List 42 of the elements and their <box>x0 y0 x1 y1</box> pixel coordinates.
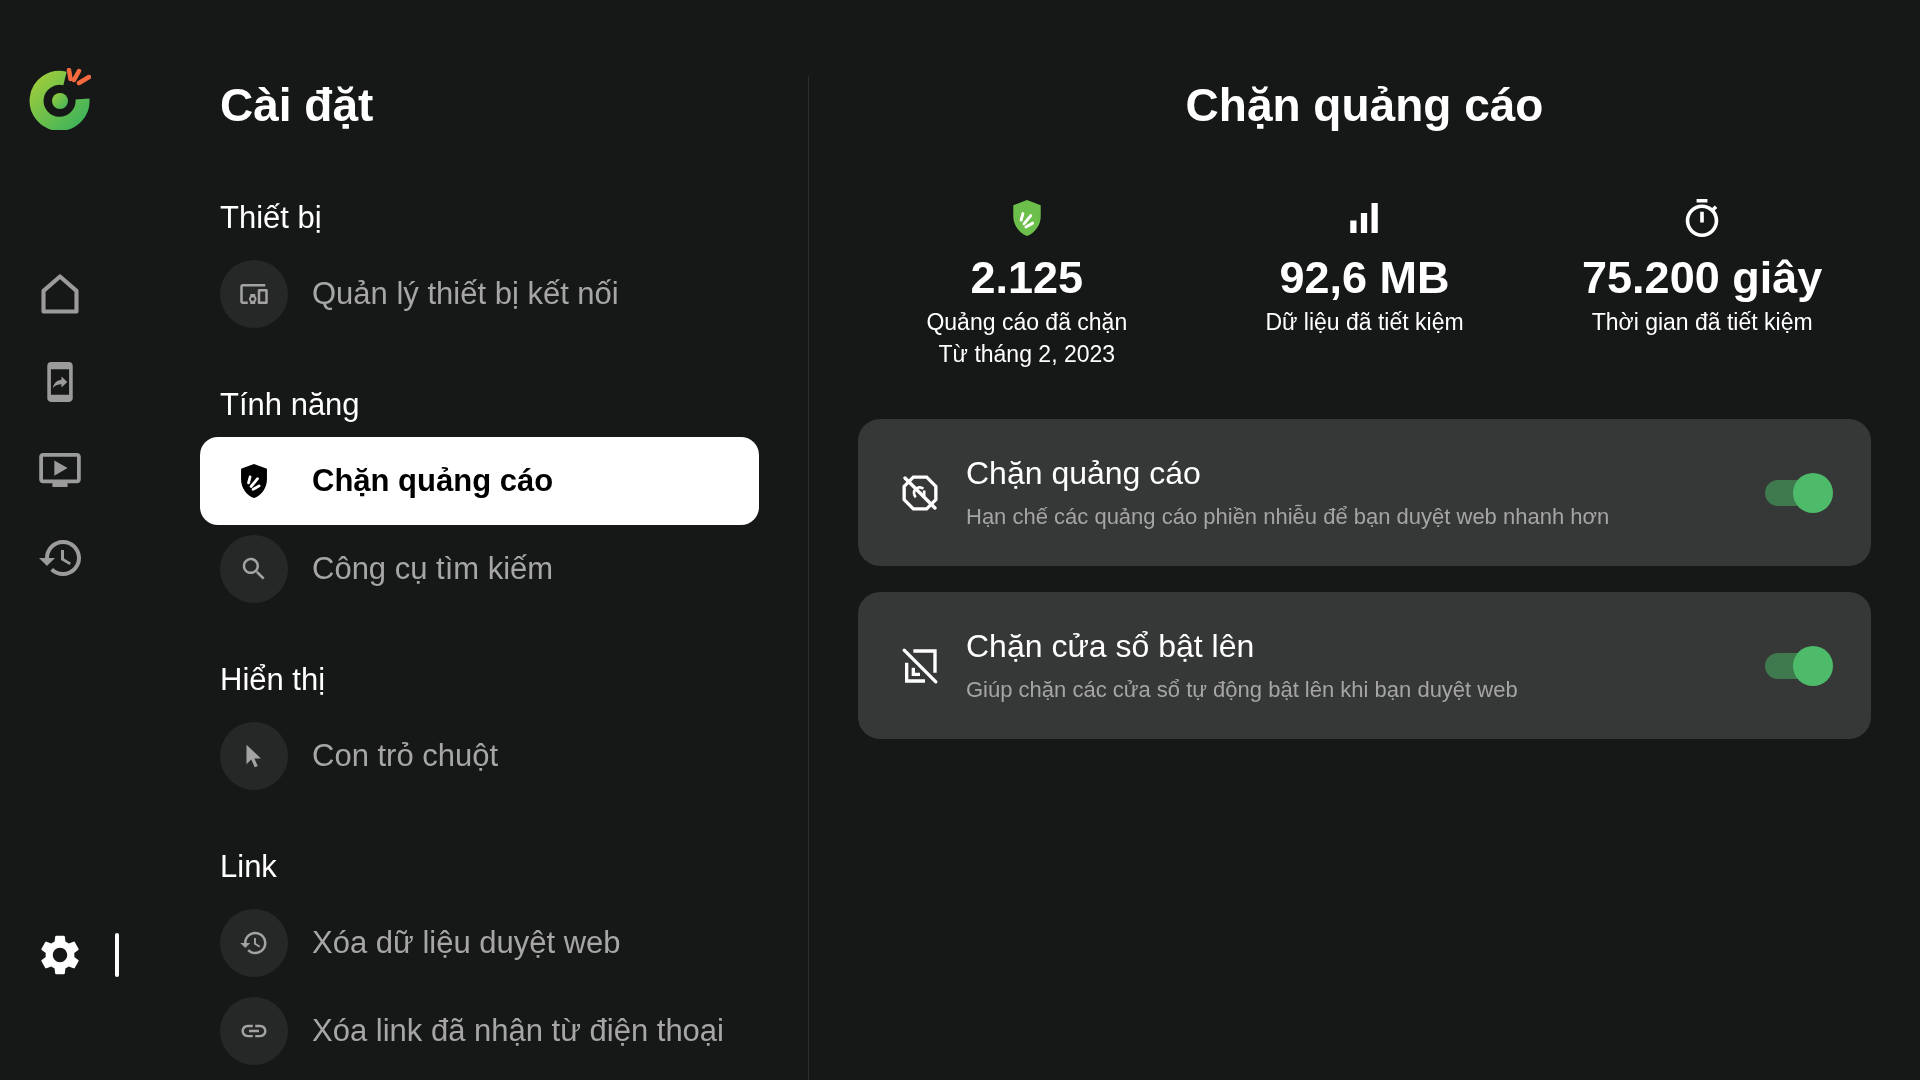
settings-title: Cài đặt <box>220 78 374 133</box>
settings-item[interactable]: Xóa dữ liệu duyệt web <box>200 899 641 987</box>
history-icon[interactable] <box>39 540 81 576</box>
tv-play-icon[interactable] <box>39 453 81 487</box>
popup-block-icon <box>900 645 940 686</box>
section-heading: Link <box>220 848 277 886</box>
page-title: Chặn quảng cáo <box>1185 78 1544 133</box>
home-icon[interactable] <box>41 274 79 314</box>
card-title: Chặn quảng cáo <box>966 454 1201 493</box>
logo-icon <box>29 68 91 130</box>
link-icon <box>220 997 288 1065</box>
history-icon <box>220 909 288 977</box>
section-heading: Tính năng <box>220 386 360 424</box>
settings-item[interactable]: Công cụ tìm kiếm <box>200 525 574 613</box>
settings-item[interactable]: Quản lý thiết bị kết nối <box>200 250 639 338</box>
card-description: Giúp chặn các cửa sổ tự động bật lên khi bạn duyệt web <box>966 676 1518 704</box>
stat-note: Từ tháng 2, 2023 <box>938 340 1116 369</box>
card-title: Chặn cửa sổ bật lên <box>966 627 1255 666</box>
card-description: Hạn chế các quảng cáo phiền nhiễu để bạn duyệt web nhanh hơn <box>966 503 1610 531</box>
shield-icon <box>241 464 267 498</box>
settings-item[interactable]: Chặn quảng cáo <box>200 437 759 525</box>
section-heading: Hiển thị <box>220 661 326 699</box>
toggle-switch[interactable] <box>1763 472 1833 513</box>
devices-icon <box>220 260 288 328</box>
cursor-icon <box>220 722 288 790</box>
stat-label: Thời gian đã tiết kiệm <box>1591 308 1813 337</box>
phone-share-icon[interactable] <box>47 362 73 402</box>
bar-chart-icon <box>1349 203 1380 233</box>
settings-icon[interactable] <box>41 935 79 975</box>
settings-item[interactable]: Xóa link đã nhận từ điện thoại <box>200 987 744 1075</box>
stat-value: 92,6 MB <box>1279 251 1450 305</box>
search-icon <box>220 535 288 603</box>
shield-icon <box>1012 200 1041 236</box>
toggle-switch[interactable] <box>1763 645 1833 686</box>
active-indicator <box>115 933 119 977</box>
section-heading: Thiết bị <box>220 199 322 237</box>
stat-value: 75.200 giây <box>1582 251 1823 305</box>
stat-value: 2.125 <box>970 251 1084 305</box>
stat-label: Dữ liệu đã tiết kiệm <box>1265 308 1464 337</box>
stopwatch-icon <box>1685 199 1720 237</box>
stat-label: Quảng cáo đã chặn <box>926 308 1128 337</box>
settings-item[interactable]: Con trỏ chuột <box>200 712 519 800</box>
